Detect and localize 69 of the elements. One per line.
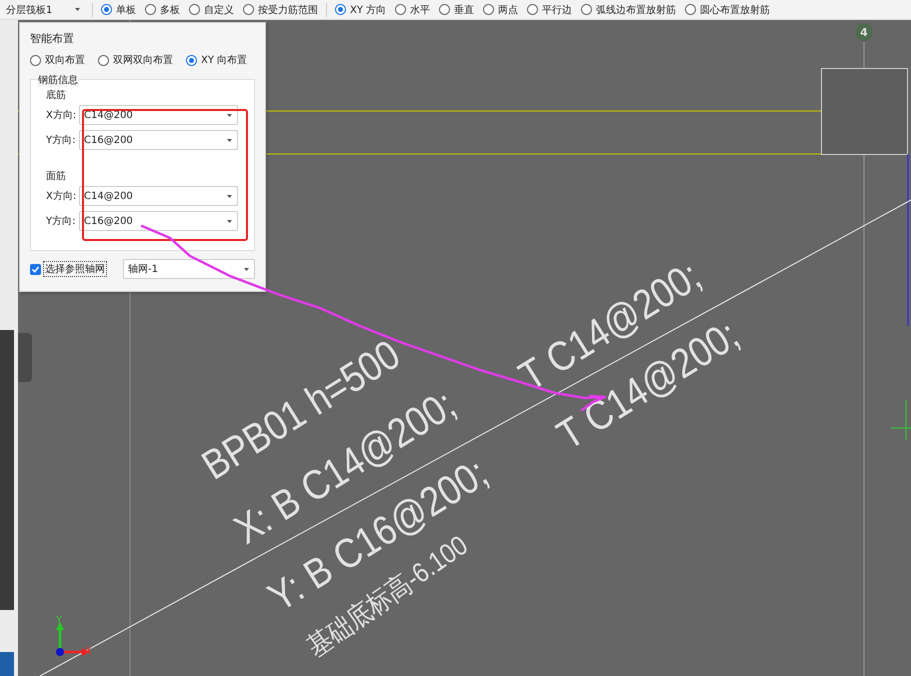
caret-icon (227, 194, 232, 198)
radio-button[interactable] (189, 4, 200, 15)
radio-label: 垂直 (454, 4, 474, 16)
checkbox[interactable] (30, 264, 41, 274)
radio-option[interactable]: 自定义 (189, 2, 234, 16)
radio-button[interactable] (243, 4, 254, 15)
radio-option[interactable]: 双网双向布置 (98, 53, 173, 67)
radio-label: 双向布置 (45, 54, 85, 67)
radio-label: 按受力筋范围 (258, 4, 318, 16)
radio-option[interactable]: XY 方向 (335, 2, 386, 16)
axis-y-label: Y (56, 615, 62, 626)
radio-option[interactable]: 多板 (145, 2, 180, 16)
caret-icon (244, 268, 249, 270)
radio-label: 两点 (498, 4, 518, 16)
radio-option[interactable]: 两点 (483, 2, 518, 16)
radio-button[interactable] (395, 4, 406, 15)
radio-label: 圆心布置放射筋 (700, 4, 770, 16)
radio-option[interactable]: XY 向布置 (186, 53, 248, 67)
radio-button[interactable] (483, 4, 494, 15)
radio-option[interactable]: 垂直 (439, 2, 474, 16)
radio-label: 弧线边布置放射筋 (596, 4, 676, 16)
radio-option[interactable]: 双向布置 (30, 53, 85, 67)
radio-option[interactable]: 圆心布置放射筋 (685, 2, 770, 16)
rebar-dropdown[interactable]: C16@200 (79, 130, 238, 150)
axis-label: 4 (855, 23, 873, 41)
radio-option[interactable]: 弧线边布置放射筋 (581, 2, 676, 16)
field-label: X方向: (46, 108, 76, 122)
grid-dropdown[interactable]: 轴网-1 (123, 259, 255, 279)
radio-button[interactable] (145, 4, 156, 15)
coordinate-axes-icon (56, 622, 90, 656)
radio-button[interactable] (101, 4, 112, 15)
radio-option[interactable]: 按受力筋范围 (243, 2, 318, 16)
radio-button[interactable] (439, 4, 450, 15)
radio-label: 自定义 (204, 4, 234, 16)
radio-label: 多板 (160, 4, 180, 16)
cross-marker-icon (890, 400, 911, 440)
rebar-dropdown[interactable]: C14@200 (79, 186, 238, 206)
caret-icon (227, 138, 232, 142)
dialog-title: 智能布置 (30, 31, 75, 46)
collapse-handle[interactable] (18, 333, 32, 382)
caret-icon (227, 220, 232, 222)
radio-button[interactable] (581, 4, 592, 15)
radio-button[interactable] (30, 54, 41, 66)
rebar-dropdown[interactable]: C16@200 (79, 211, 238, 231)
radio-button[interactable] (527, 4, 538, 15)
radio-label: XY 方向 (350, 4, 386, 16)
radio-button[interactable] (685, 4, 696, 15)
field-label: Y方向: (46, 214, 76, 228)
checkbox-label[interactable]: 选择参照轴网 (43, 261, 107, 277)
caret-icon (227, 114, 232, 116)
radio-option[interactable]: 单板 (101, 2, 136, 16)
radio-label: 单板 (116, 4, 136, 16)
radio-label: XY 向布置 (201, 54, 248, 67)
group-title: 钢筋信息 (37, 73, 79, 87)
radio-option[interactable]: 平行边 (527, 2, 572, 16)
radio-button[interactable] (186, 54, 197, 66)
side-panel (0, 652, 14, 676)
section-title: 面筋 (46, 170, 67, 183)
field-label: X方向: (46, 190, 76, 203)
section-title: 底筋 (46, 88, 67, 102)
radio-option[interactable]: 水平 (395, 2, 430, 16)
radio-label: 双网双向布置 (113, 54, 173, 67)
caret-icon (75, 8, 80, 11)
layer-dropdown[interactable]: 分层筏板1 (2, 0, 84, 18)
field-label: Y方向: (46, 134, 76, 147)
radio-button[interactable] (98, 54, 109, 66)
radio-label: 水平 (410, 4, 430, 16)
radio-button[interactable] (335, 4, 346, 15)
radio-label: 平行边 (542, 4, 572, 16)
